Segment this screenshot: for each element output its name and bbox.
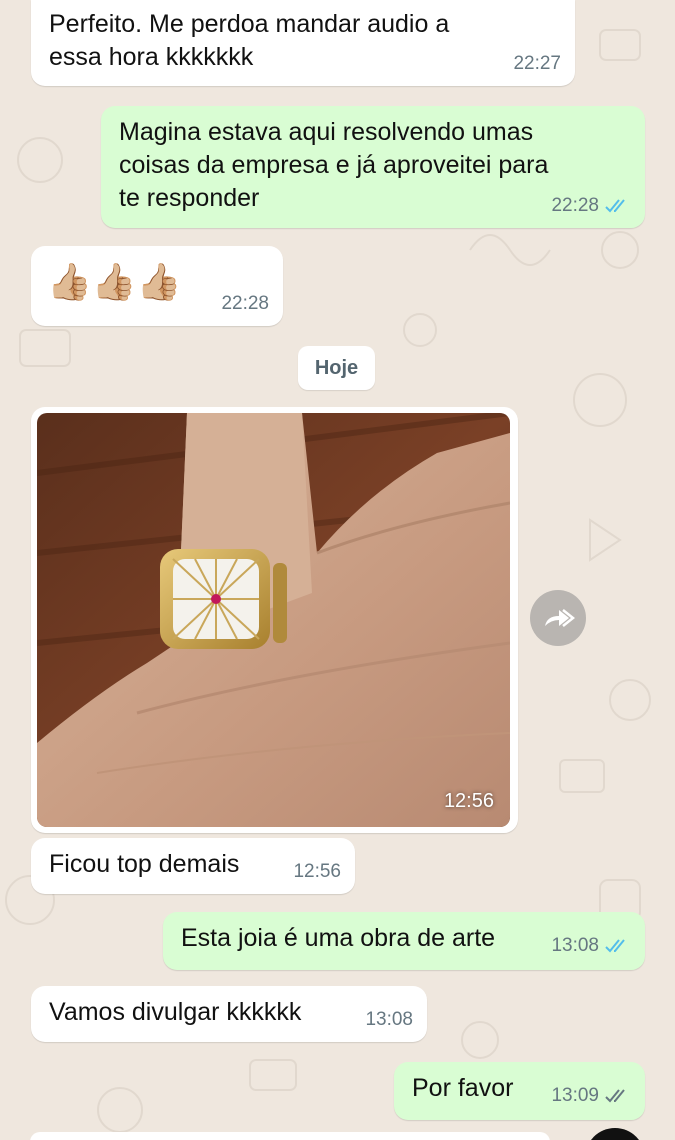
image-time: 12:56 xyxy=(443,790,494,812)
emoji-text: 👍🏼👍🏼👍🏼 xyxy=(47,261,182,302)
double-check-icon xyxy=(605,938,625,952)
message-outgoing[interactable]: Magina estava aqui resolvendo umas coisa… xyxy=(101,106,645,228)
double-check-icon xyxy=(605,198,625,212)
message-outgoing[interactable]: Por favor 13:09 xyxy=(394,1062,645,1120)
message-meta: 13:09 xyxy=(551,1079,631,1112)
message-incoming[interactable]: Perfeito. Me perdoa mandar audio a essa … xyxy=(31,0,575,86)
message-time: 13:08 xyxy=(365,1009,413,1030)
image-message[interactable]: 12:56 xyxy=(31,407,518,833)
input-bar-edge xyxy=(30,1132,550,1140)
message-incoming[interactable]: 👍🏼👍🏼👍🏼 22:28 xyxy=(31,246,283,326)
message-text: Por favor xyxy=(412,1074,514,1102)
forward-icon xyxy=(545,609,575,627)
message-time: 22:28 xyxy=(221,293,269,314)
message-time: 12:56 xyxy=(293,861,341,882)
forward-button[interactable] xyxy=(530,590,586,646)
mic-button[interactable] xyxy=(585,1128,645,1140)
ring-photo[interactable]: 12:56 xyxy=(37,413,510,827)
message-time: 22:27 xyxy=(513,53,561,74)
message-time: 13:08 xyxy=(551,935,599,956)
message-meta: 22:28 xyxy=(551,189,631,222)
message-time: 13:09 xyxy=(551,1085,599,1106)
message-outgoing[interactable]: Esta joia é uma obra de arte 13:08 xyxy=(163,912,645,970)
message-text: Vamos divulgar kkkkkk xyxy=(49,998,302,1026)
day-divider: Hoje xyxy=(298,346,375,390)
message-time: 22:28 xyxy=(551,195,599,216)
message-meta: 13:08 xyxy=(551,929,631,962)
message-incoming[interactable]: Ficou top demais 12:56 xyxy=(31,838,355,894)
message-incoming[interactable]: Vamos divulgar kkkkkk 13:08 xyxy=(31,986,427,1042)
double-check-icon xyxy=(605,1088,625,1102)
message-text: Magina estava aqui resolvendo umas coisa… xyxy=(119,118,549,212)
hand-with-ring-image xyxy=(37,413,510,827)
message-text: Esta joia é uma obra de arte xyxy=(181,924,496,952)
chat-thread[interactable]: Perfeito. Me perdoa mandar audio a essa … xyxy=(0,0,675,1140)
message-text: Perfeito. Me perdoa mandar audio a essa … xyxy=(49,10,450,71)
message-text: Ficou top demais xyxy=(49,850,240,878)
